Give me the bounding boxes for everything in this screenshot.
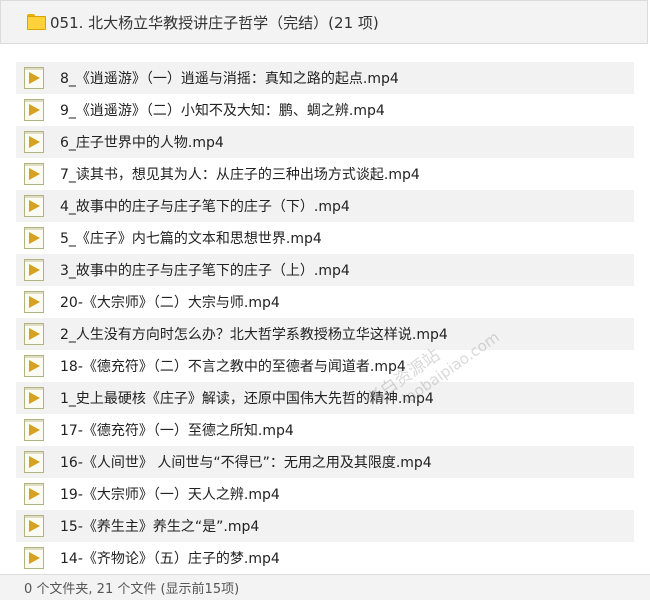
video-file-icon [24, 259, 44, 281]
video-file-icon [24, 387, 44, 409]
file-name: 18-《德充符》（二）不言之教中的至德者与闻道者.mp4 [60, 359, 406, 375]
video-file-icon [24, 515, 44, 537]
file-name: 3_故事中的庄子与庄子笔下的庄子（上）.mp4 [60, 263, 350, 279]
video-file-icon [24, 195, 44, 217]
file-row[interactable]: 6_庄子世界中的人物.mp4 [16, 126, 634, 158]
file-row[interactable]: 18-《德充符》（二）不言之教中的至德者与闻道者.mp4 [16, 350, 634, 382]
file-row[interactable]: 16-《人间世》 人间世与“不得已”：无用之用及其限度.mp4 [16, 446, 634, 478]
file-name: 8_《逍遥游》（一）逍遥与消摇：真知之路的起点.mp4 [60, 71, 399, 87]
video-file-icon [24, 451, 44, 473]
file-row[interactable]: 14-《齐物论》（五）庄子的梦.mp4 [16, 542, 634, 574]
video-file-icon [24, 291, 44, 313]
file-name: 20-《大宗师》（二）大宗与师.mp4 [60, 295, 280, 311]
file-row[interactable]: 8_《逍遥游》（一）逍遥与消摇：真知之路的起点.mp4 [16, 62, 634, 94]
status-text: 0 个文件夹, 21 个文件 (显示前15项) [24, 582, 240, 597]
file-name: 14-《齐物论》（五）庄子的梦.mp4 [60, 551, 280, 567]
video-file-icon [24, 483, 44, 505]
video-file-icon [24, 131, 44, 153]
file-row[interactable]: 17-《德充符》（一）至德之所知.mp4 [16, 414, 634, 446]
video-file-icon [24, 323, 44, 345]
file-row[interactable]: 1_史上最硬核《庄子》解读，还原中国伟大先哲的精神.mp4 [16, 382, 634, 414]
file-name: 1_史上最硬核《庄子》解读，还原中国伟大先哲的精神.mp4 [60, 391, 434, 407]
video-file-icon [24, 547, 44, 569]
video-file-icon [24, 99, 44, 121]
file-row[interactable]: 7_读其书，想见其为人：从庄子的三种出场方式谈起.mp4 [16, 158, 634, 190]
file-row[interactable]: 3_故事中的庄子与庄子笔下的庄子（上）.mp4 [16, 254, 634, 286]
file-name: 7_读其书，想见其为人：从庄子的三种出场方式谈起.mp4 [60, 167, 420, 183]
video-file-icon [24, 227, 44, 249]
file-list: 8_《逍遥游》（一）逍遥与消摇：真知之路的起点.mp4 9_《逍遥游》（二）小知不… [16, 62, 634, 574]
file-row[interactable]: 20-《大宗师》（二）大宗与师.mp4 [16, 286, 634, 318]
file-row[interactable]: 15-《养生主》养生之“是”.mp4 [16, 510, 634, 542]
window-header: 051. 北大杨立华教授讲庄子哲学（完结）(21 项) [0, 0, 648, 44]
file-name: 15-《养生主》养生之“是”.mp4 [60, 519, 260, 535]
file-row[interactable]: 4_故事中的庄子与庄子笔下的庄子（下）.mp4 [16, 190, 634, 222]
folder-title: 051. 北大杨立华教授讲庄子哲学（完结）(21 项) [50, 13, 379, 32]
file-row[interactable]: 19-《大宗师》（一）天人之辨.mp4 [16, 478, 634, 510]
video-file-icon [24, 419, 44, 441]
status-bar: 0 个文件夹, 21 个文件 (显示前15项) [0, 574, 650, 600]
file-row[interactable]: 9_《逍遥游》（二）小知不及大知：鹏、蜩之辨.mp4 [16, 94, 634, 126]
video-file-icon [24, 355, 44, 377]
video-file-icon [24, 67, 44, 89]
file-name: 9_《逍遥游》（二）小知不及大知：鹏、蜩之辨.mp4 [60, 103, 385, 119]
file-row[interactable]: 5_《庄子》内七篇的文本和思想世界.mp4 [16, 222, 634, 254]
file-row[interactable]: 2_人生没有方向时怎么办？北大哲学系教授杨立华这样说.mp4 [16, 318, 634, 350]
file-name: 17-《德充符》（一）至德之所知.mp4 [60, 423, 294, 439]
file-name: 5_《庄子》内七篇的文本和思想世界.mp4 [60, 231, 322, 247]
file-name: 19-《大宗师》（一）天人之辨.mp4 [60, 487, 280, 503]
video-file-icon [24, 163, 44, 185]
file-name: 6_庄子世界中的人物.mp4 [60, 135, 224, 151]
file-name: 2_人生没有方向时怎么办？北大哲学系教授杨立华这样说.mp4 [60, 327, 448, 343]
file-name: 16-《人间世》 人间世与“不得已”：无用之用及其限度.mp4 [60, 455, 432, 471]
folder-icon [27, 14, 46, 30]
file-name: 4_故事中的庄子与庄子笔下的庄子（下）.mp4 [60, 199, 350, 215]
